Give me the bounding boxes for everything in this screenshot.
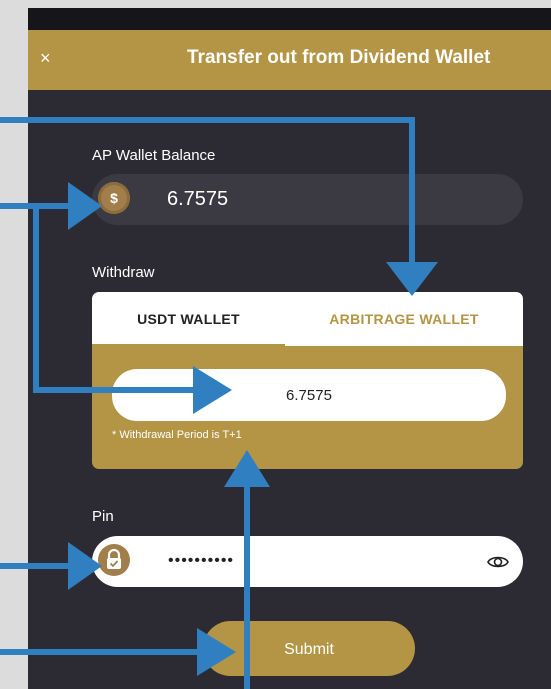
annotation-arrowhead (224, 450, 270, 487)
annotation-arrow-line (0, 117, 415, 265)
annotation-arrowhead (68, 182, 102, 230)
annotation-arrowhead (386, 262, 438, 296)
annotation-arrowhead (68, 542, 102, 590)
annotation-arrow-line (33, 206, 196, 393)
annotation-arrows (0, 117, 438, 689)
annotation-arrowhead (193, 366, 232, 414)
annotation-arrowhead (197, 628, 236, 676)
